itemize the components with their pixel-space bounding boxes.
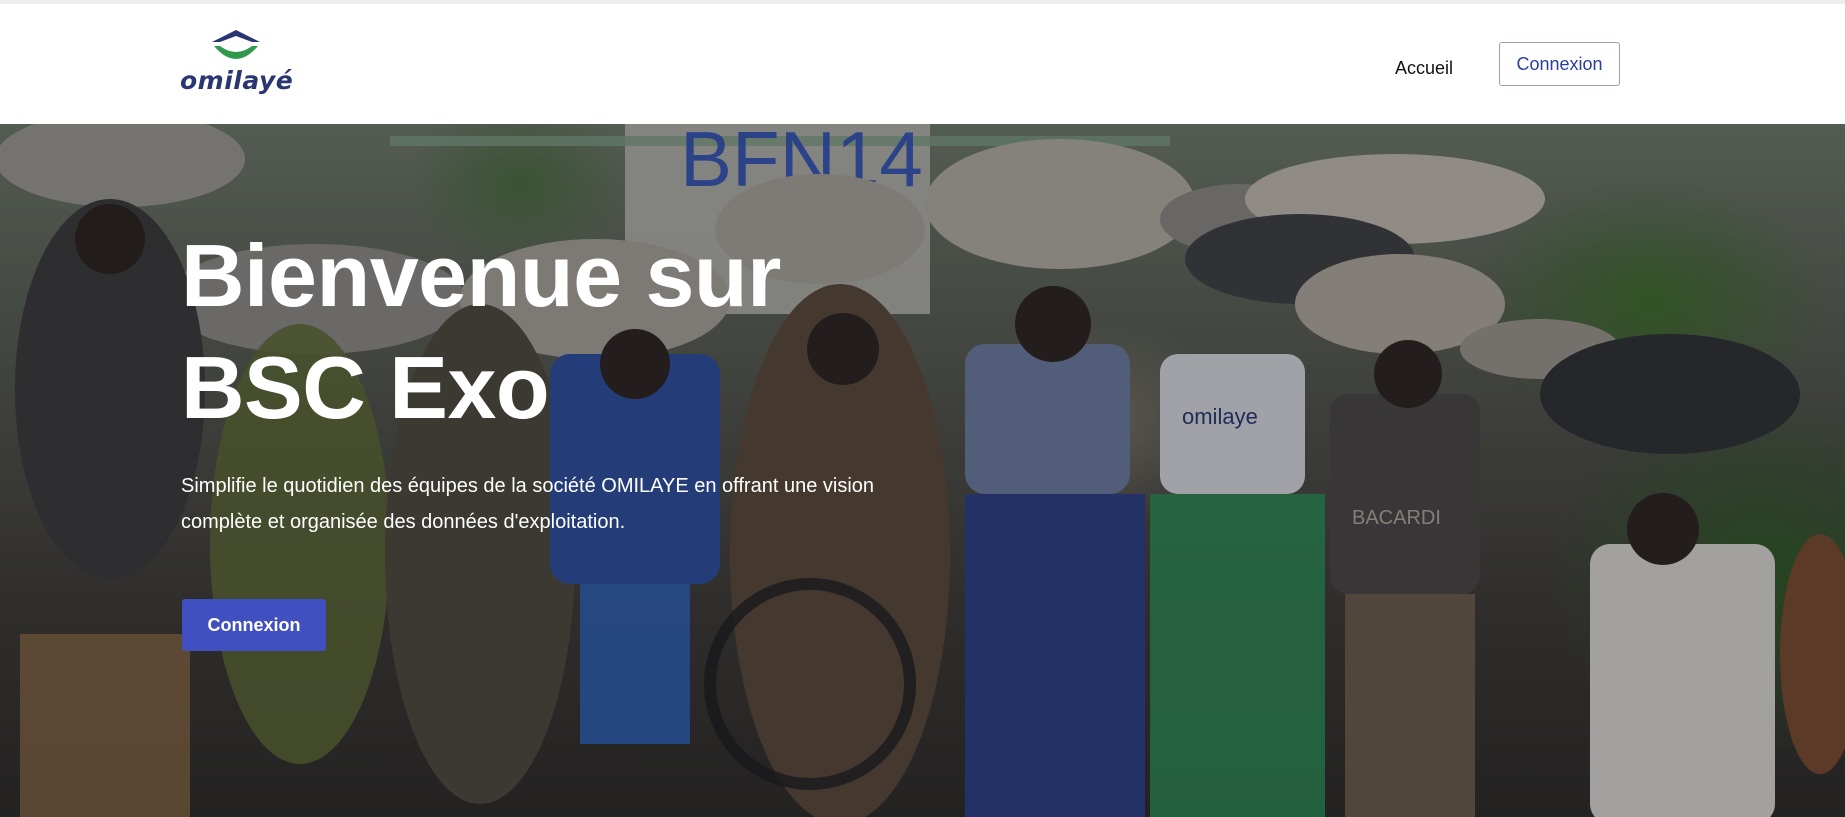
logo-wordmark: omilayé: [180, 66, 294, 95]
hero-title-line-2: BSC Exo: [181, 338, 550, 437]
site-header: omilayé Accueil Connexion: [0, 4, 1845, 124]
hero-title-line-1: Bienvenue sur: [181, 226, 781, 325]
hero-section: BFN14 omilaye BACARDI Bienvenue sur BSC …: [0, 124, 1845, 817]
hero-login-button[interactable]: Connexion: [182, 599, 326, 651]
nav-home-link[interactable]: Accueil: [1395, 52, 1453, 84]
omilaye-logo[interactable]: omilayé: [180, 28, 310, 98]
hero-description: Simplifie le quotidien des équipes de la…: [181, 475, 875, 533]
header-login-button[interactable]: Connexion: [1499, 42, 1620, 86]
logo-house-icon: [212, 30, 260, 59]
hero-title: Bienvenue sur BSC Exo: [181, 220, 881, 444]
